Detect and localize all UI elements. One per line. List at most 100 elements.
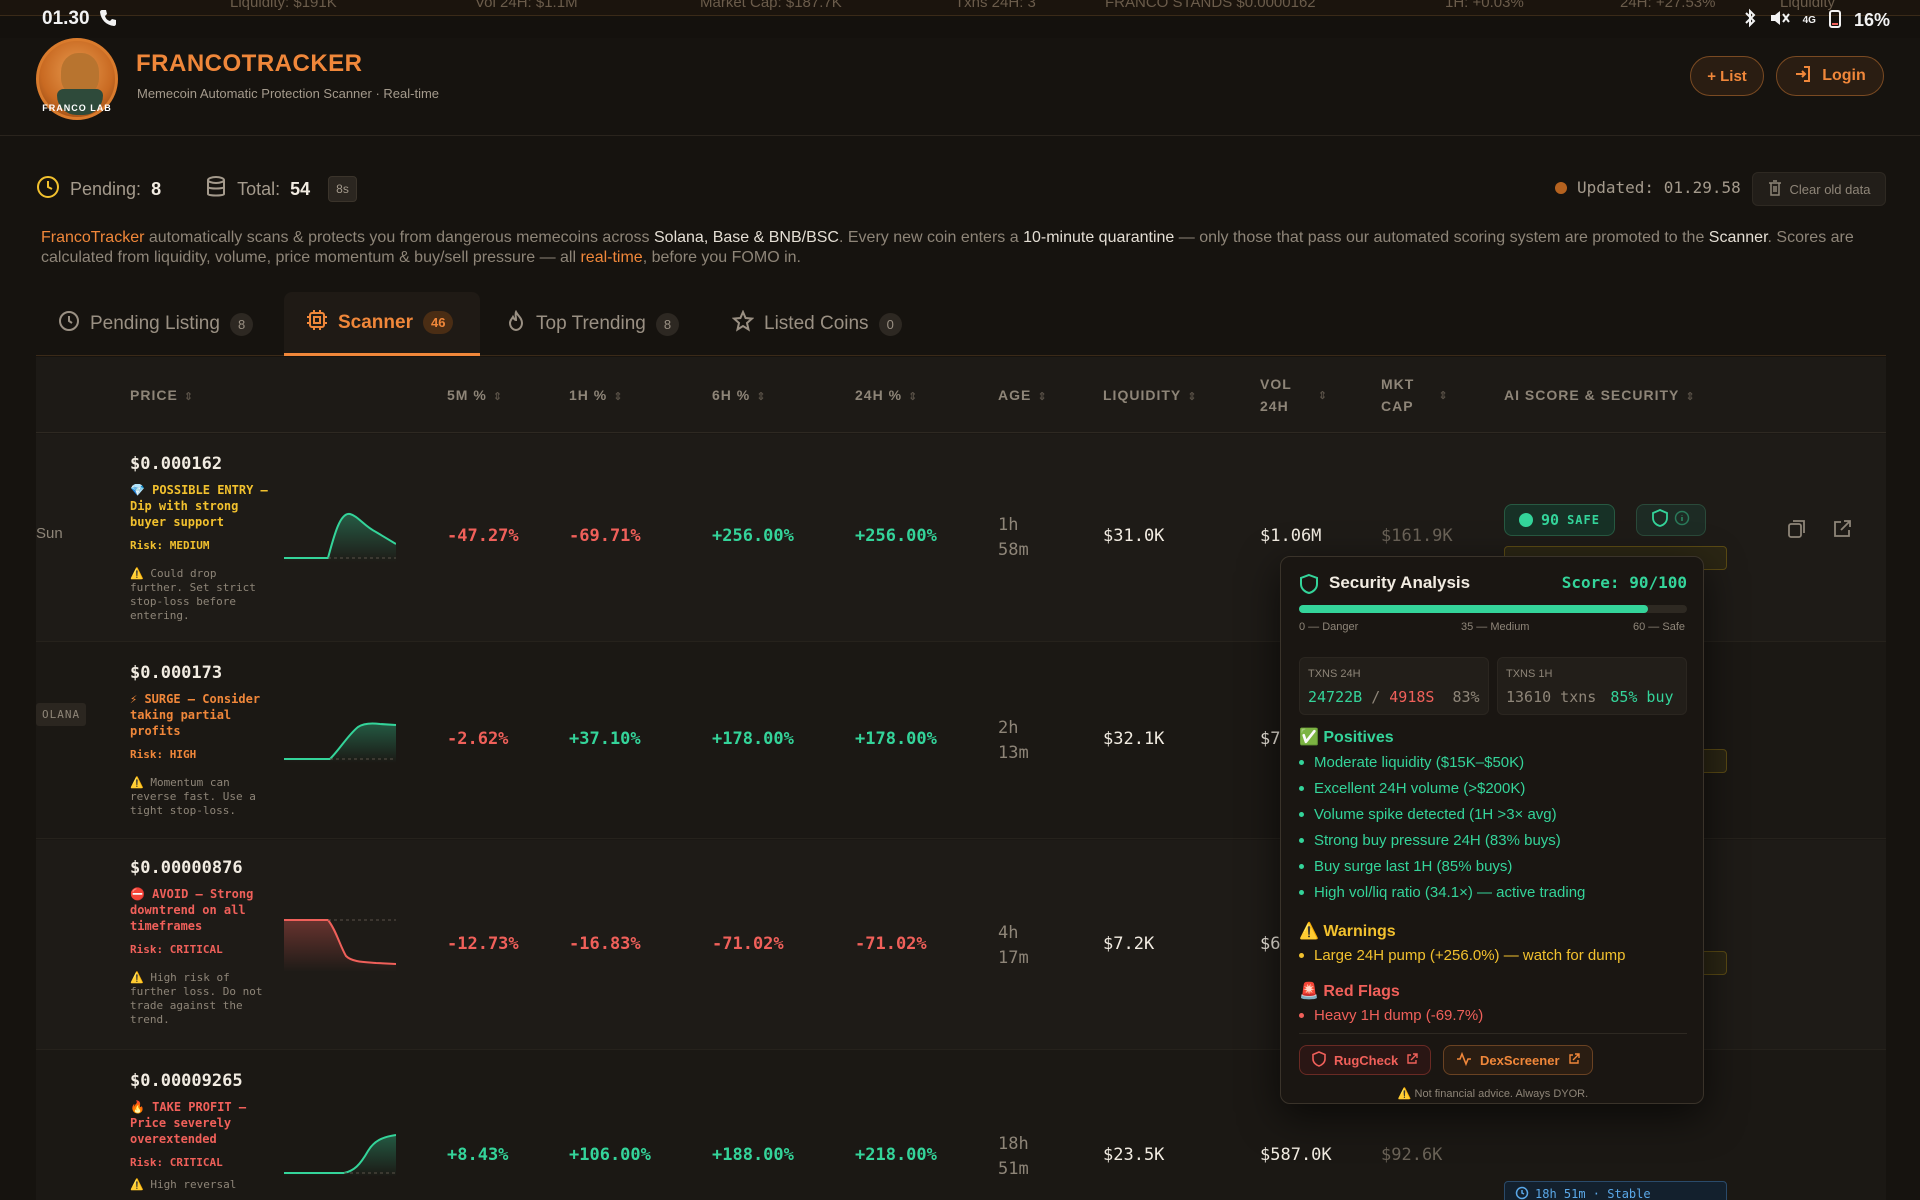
clock-icon [58, 310, 80, 338]
mute-icon [1769, 8, 1791, 33]
positive-text: Buy surge last 1H (85% buys) [1314, 858, 1513, 875]
logo-text: FRANCO LAB [42, 103, 112, 113]
column-label: 6H % [712, 387, 751, 403]
total-label: Total: [237, 178, 281, 199]
column-liquidity[interactable]: LIQUIDITY ⇕ [1103, 385, 1197, 407]
score-progress-fill [1299, 605, 1649, 613]
total-count: 54 [290, 178, 311, 199]
txns-24h-values: 24722B / 4918S 83% [1308, 688, 1480, 706]
tab-scanner[interactable]: Scanner 46 [284, 292, 480, 356]
tab-label: Scanner [338, 311, 413, 333]
score-value: 90 [1541, 511, 1560, 529]
activity-icon [1456, 1051, 1472, 1069]
age-hours: 18h [998, 1134, 1029, 1154]
column-label: AGE [998, 387, 1032, 403]
list-coin-button[interactable]: + List [1690, 56, 1764, 96]
score-label: SAFE [1567, 513, 1600, 527]
change-6h: +188.00% [712, 1145, 794, 1165]
column-mktcap[interactable]: MKT ⇕ CAP [1381, 374, 1449, 416]
copy-icon[interactable] [1786, 518, 1808, 545]
column-vol24h[interactable]: VOL ⇕ 24H [1260, 374, 1328, 416]
shield-icon [1652, 508, 1668, 532]
liquidity-value: $31.0K [1103, 526, 1165, 546]
liquidity-value: $7.2K [1103, 934, 1155, 954]
risk-label: Risk: MEDIUM [130, 539, 210, 552]
column-label: PRICE [130, 387, 178, 403]
security-details-button[interactable] [1636, 504, 1706, 536]
rugcheck-link[interactable]: RugCheck [1299, 1045, 1432, 1075]
scale-mid: 35 — Medium [1461, 621, 1530, 633]
pending-count: 8 [151, 178, 162, 199]
column-6h[interactable]: 6H % ⇕ [712, 385, 766, 407]
battery-icon [1828, 8, 1842, 33]
column-5m[interactable]: 5M % ⇕ [447, 385, 503, 407]
sort-icon: ⇕ [1685, 391, 1696, 403]
status-dot [1555, 181, 1567, 194]
change-5m: -2.62% [447, 729, 509, 749]
column-1h[interactable]: 1H % ⇕ [569, 385, 623, 407]
change-6h: -71.02% [712, 934, 784, 954]
sort-icon: ⇕ [183, 391, 195, 403]
call-icon [98, 8, 118, 33]
txns-count: 13610 txns [1506, 688, 1597, 706]
login-label: Login [1822, 67, 1866, 84]
database-icon [205, 175, 227, 204]
external-link-icon [1568, 1052, 1580, 1068]
tab-pending-listing[interactable]: Pending Listing 8 [58, 292, 254, 356]
franco-logo: FRANCO LAB [36, 38, 118, 120]
positive-item: Moderate liquidity ($15K–$50K) [1299, 754, 1524, 771]
external-link-icon[interactable] [1831, 518, 1853, 545]
risk-note: ⚠️ High reversal [130, 1178, 237, 1191]
txns-buy-pct: 83% [1452, 688, 1480, 706]
clock: 01.30 [42, 8, 90, 29]
popover-divider [1299, 1033, 1687, 1034]
tab-listed-coins[interactable]: Listed Coins 0 [731, 292, 902, 356]
updated-time: Updated: 01.29.58 [1577, 178, 1741, 197]
info-icon [1674, 510, 1690, 531]
positives-heading: ✅ Positives [1299, 729, 1394, 746]
tab-count: 46 [422, 311, 454, 334]
pending-label: Pending: [70, 178, 142, 199]
sort-icon: ⇕ [1438, 390, 1449, 402]
battery-level: 16% [1853, 10, 1890, 30]
tab-count: 8 [655, 312, 680, 336]
token-name-fragment: Sun [36, 525, 63, 542]
ticker-item: 24H: +27.53% [1620, 0, 1716, 11]
popover-title: Security Analysis [1329, 573, 1471, 592]
brand-title: FRANCOTRACKER [136, 50, 363, 77]
sort-icon: ⇕ [756, 391, 767, 403]
intro-text-part: . Every new coin enters a [838, 229, 1024, 246]
trash-icon [1768, 179, 1782, 199]
system-icons: 4G 16% [1743, 8, 1890, 33]
ai-score-badge[interactable]: 90 SAFE [1504, 504, 1615, 536]
column-label: CAP [1381, 398, 1414, 414]
token-age: 2h 13m [998, 716, 1029, 766]
dexscreener-link[interactable]: DexScreener [1443, 1045, 1593, 1075]
liquidity-value: $32.1K [1103, 729, 1165, 749]
change-24h: -71.02% [855, 934, 927, 954]
popover-score: Score: 90/100 [1561, 573, 1687, 592]
clear-old-data-button[interactable]: Clear old data [1752, 172, 1886, 206]
column-price[interactable]: PRICE ⇕ [130, 385, 194, 407]
tab-top-trending[interactable]: Top Trending 8 [506, 292, 680, 356]
token-age: 1h 58m [998, 513, 1029, 563]
change-5m: -12.73% [447, 934, 519, 954]
sparkline [284, 916, 397, 977]
sparkline [284, 506, 397, 567]
column-ai-score[interactable]: AI SCORE & SECURITY ⇕ [1504, 385, 1696, 407]
column-label: 24H [1260, 398, 1289, 414]
login-button[interactable]: Login [1776, 56, 1884, 96]
column-24h[interactable]: 24H % ⇕ [855, 385, 918, 407]
positive-item: Excellent 24H volume (>$200K) [1299, 780, 1525, 797]
column-age[interactable]: AGE ⇕ [998, 385, 1048, 407]
signal-label: 💎 POSSIBLE ENTRY — Dip with strong buyer… [130, 483, 268, 529]
change-5m: -47.27% [447, 526, 519, 546]
age-minutes: 58m [998, 540, 1029, 560]
age-hours: 1h [998, 515, 1019, 535]
chip-icon [306, 309, 328, 337]
warnings-heading: ⚠️ Warnings [1299, 923, 1396, 940]
score-progress-bar [1299, 605, 1687, 613]
rugcheck-label: RugCheck [1334, 1052, 1399, 1068]
tab-label: Top Trending [536, 313, 646, 334]
warning-item: Large 24H pump (+256.0%) — watch for dum… [1299, 947, 1625, 964]
